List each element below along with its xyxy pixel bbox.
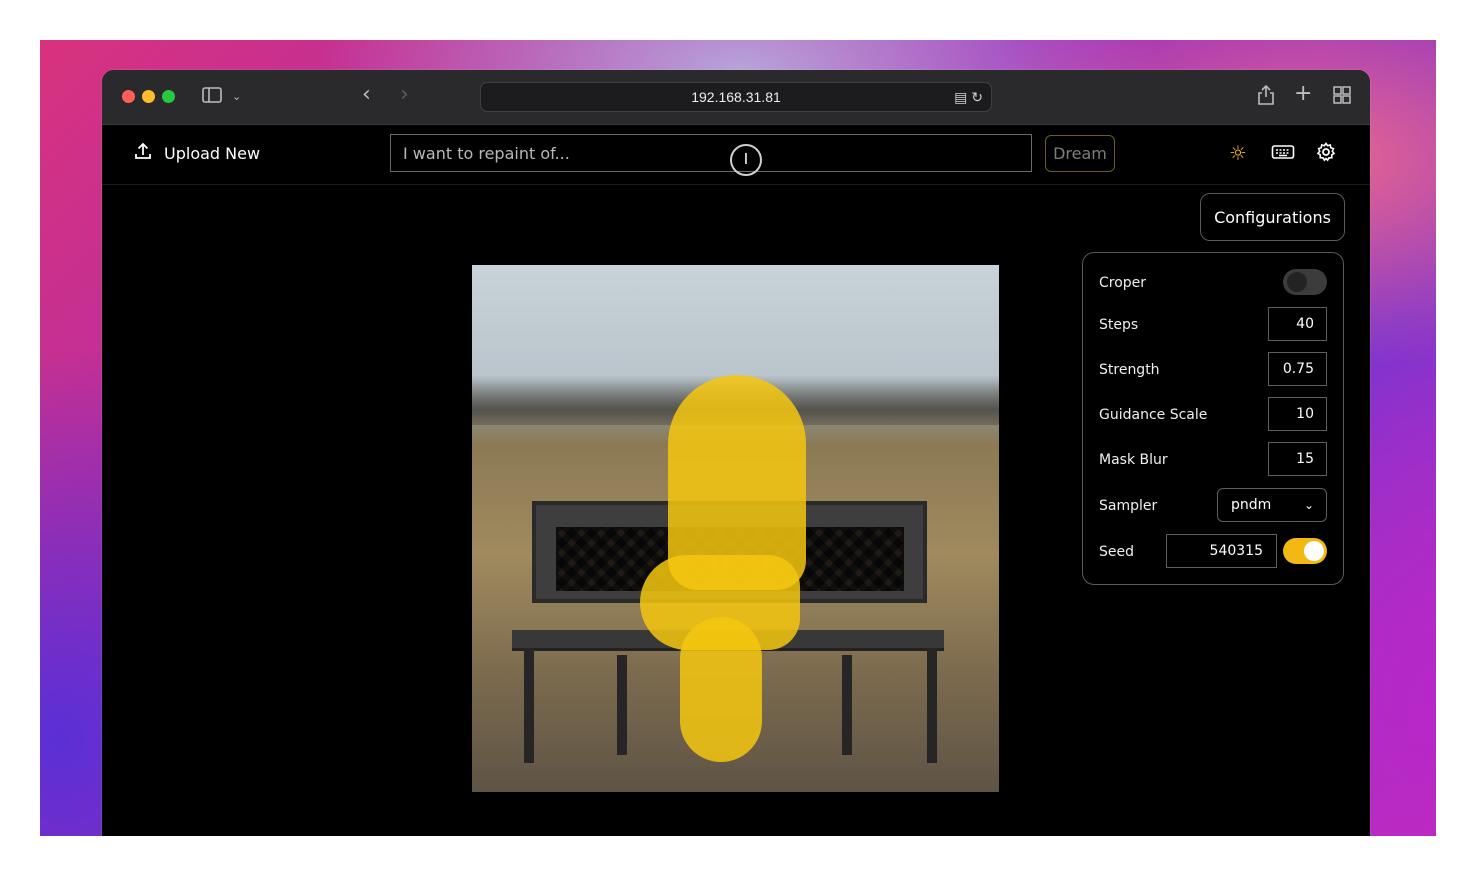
translate-icon[interactable]: ▤ xyxy=(954,89,967,105)
guidance-scale-input[interactable] xyxy=(1268,397,1327,431)
address-bar[interactable]: 192.168.31.81 ▤ ↻ xyxy=(480,82,992,112)
sampler-label: Sampler xyxy=(1099,498,1158,514)
share-icon[interactable] xyxy=(1257,84,1275,110)
upload-icon xyxy=(134,142,152,164)
toggle-knob xyxy=(1287,272,1307,292)
croper-toggle[interactable] xyxy=(1283,269,1327,295)
seed-input[interactable] xyxy=(1166,534,1277,568)
sampler-value: pndm xyxy=(1231,497,1272,513)
mask-blur-label: Mask Blur xyxy=(1099,452,1168,468)
bench-leg xyxy=(842,655,852,755)
maximize-window-button[interactable] xyxy=(162,90,175,103)
bench-leg xyxy=(617,655,627,755)
upload-new-label: Upload New xyxy=(164,143,261,163)
configurations-panel: Croper Steps Strength Guidance Scale Mas… xyxy=(1082,252,1344,585)
sampler-select[interactable]: pndm ⌄ xyxy=(1217,488,1327,522)
app-header: Upload New I Dream ☼ xyxy=(102,124,1370,185)
reload-icon[interactable]: ↻ xyxy=(971,89,983,105)
back-arrow-icon[interactable]: ‹ xyxy=(362,84,371,106)
upload-new-button[interactable]: Upload New xyxy=(134,142,260,164)
minimize-window-button[interactable] xyxy=(142,90,155,103)
browser-window: ⌄ ‹ › 192.168.31.81 ▤ ↻ + Upload New I D… xyxy=(102,70,1370,836)
sun-icon[interactable]: ☼ xyxy=(1229,142,1247,164)
dream-button[interactable]: Dream xyxy=(1045,135,1115,172)
address-text: 192.168.31.81 xyxy=(691,89,781,105)
new-tab-icon[interactable]: + xyxy=(1294,83,1312,105)
image-canvas[interactable] xyxy=(472,265,999,792)
configurations-button[interactable]: Configurations xyxy=(1200,193,1345,241)
gear-icon[interactable] xyxy=(1316,142,1336,166)
text-cursor-icon: I xyxy=(730,144,762,176)
croper-label: Croper xyxy=(1099,275,1147,291)
guidance-scale-label: Guidance Scale xyxy=(1099,407,1208,423)
chevron-down-icon[interactable]: ⌄ xyxy=(232,87,241,107)
chevron-down-icon: ⌄ xyxy=(1303,498,1314,512)
keyboard-icon[interactable] xyxy=(1271,142,1295,166)
tab-overview-icon[interactable] xyxy=(1333,86,1351,109)
forward-arrow-icon[interactable]: › xyxy=(400,84,409,106)
sidebar-toggle-icon[interactable] xyxy=(202,86,222,109)
steps-label: Steps xyxy=(1099,317,1139,333)
strength-input[interactable] xyxy=(1268,352,1327,386)
browser-toolbar: ⌄ ‹ › 192.168.31.81 ▤ ↻ + xyxy=(102,70,1370,125)
mask-blur-input[interactable] xyxy=(1268,442,1327,476)
mask-stroke xyxy=(680,617,762,762)
strength-label: Strength xyxy=(1099,362,1160,378)
bench-leg xyxy=(927,648,937,763)
seed-fixed-toggle[interactable] xyxy=(1283,538,1327,564)
prompt-input[interactable] xyxy=(390,134,1032,172)
seed-label: Seed xyxy=(1099,544,1134,560)
bench-leg xyxy=(524,648,534,763)
steps-input[interactable] xyxy=(1268,307,1327,341)
close-window-button[interactable] xyxy=(122,90,135,103)
toggle-knob xyxy=(1304,541,1324,561)
